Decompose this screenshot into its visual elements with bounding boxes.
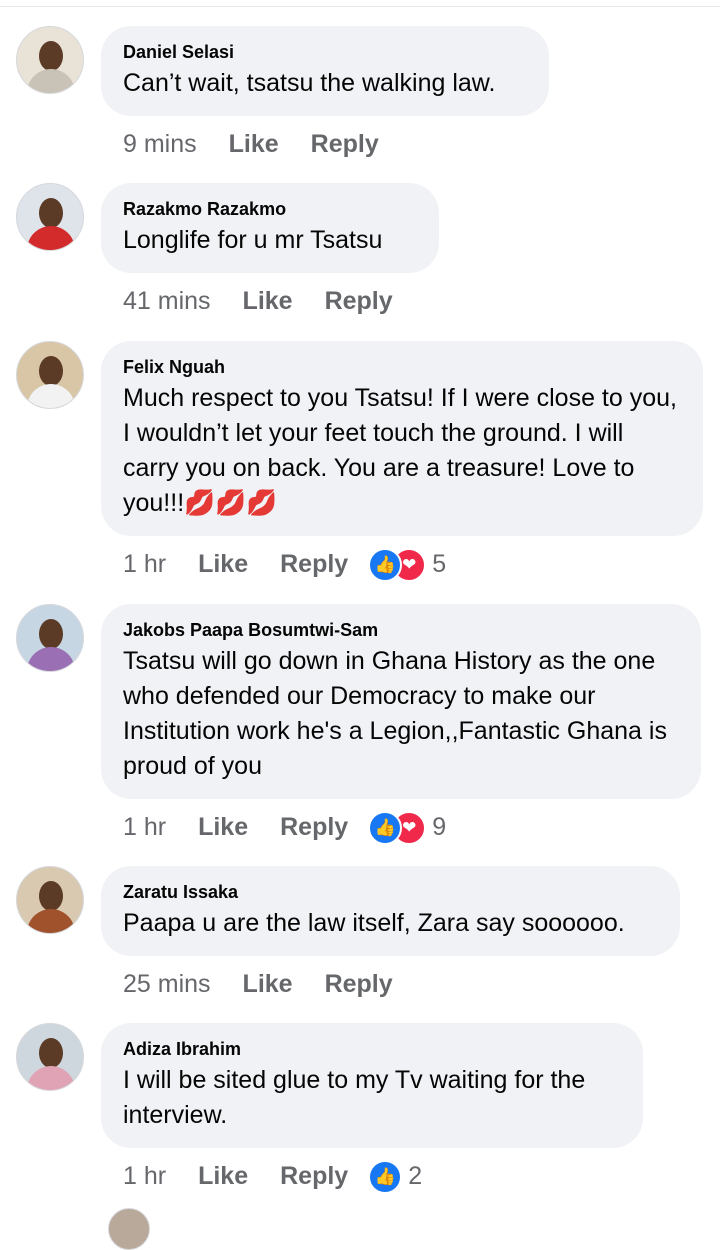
reply-button[interactable]: Reply — [311, 127, 379, 161]
comment-time[interactable]: 1 hr — [123, 547, 166, 581]
reply-button[interactable]: Reply — [325, 284, 393, 318]
commenter-name[interactable]: Razakmo Razakmo — [123, 198, 417, 220]
thumbs-up-icon: 👍 — [368, 811, 403, 845]
commenter-name[interactable]: Adiza Ibrahim — [123, 1038, 621, 1060]
reaction-summary[interactable]: 👍 2 — [368, 1159, 423, 1194]
reaction-count: 5 — [432, 550, 447, 578]
top-divider — [0, 6, 720, 7]
comment-text: Tsatsu will go down in Ghana History as … — [123, 647, 667, 780]
comment-bubble: Jakobs Paapa Bosumtwi-Sam Tsatsu will go… — [101, 604, 701, 799]
avatar[interactable] — [16, 1023, 84, 1091]
comment-time[interactable]: 25 mins — [123, 967, 211, 1001]
commenter-name[interactable]: Jakobs Paapa Bosumtwi-Sam — [123, 619, 679, 641]
like-button[interactable]: Like — [229, 127, 279, 161]
avatar[interactable] — [16, 26, 84, 94]
comment-text: Much respect to you Tsatsu! If I were cl… — [123, 384, 677, 517]
like-button[interactable]: Like — [243, 967, 293, 1001]
avatar[interactable] — [16, 866, 84, 934]
commenter-name[interactable]: Zaratu Issaka — [123, 881, 658, 903]
reply-button[interactable]: Reply — [280, 547, 348, 581]
comment-time[interactable]: 41 mins — [123, 284, 211, 318]
comment-actions: 1 hr Like Reply 👍 ❤ 9 — [123, 810, 447, 845]
comment-bubble: Daniel Selasi Can’t wait, tsatsu the wal… — [101, 26, 549, 116]
commenter-name[interactable]: Daniel Selasi — [123, 41, 527, 63]
avatar[interactable] — [16, 341, 84, 409]
comment-bubble: Zaratu Issaka Paapa u are the law itself… — [101, 866, 680, 956]
comment-actions: 25 mins Like Reply — [123, 967, 393, 1001]
comment-text: Can’t wait, tsatsu the walking law. — [123, 69, 496, 97]
comment-actions: 1 hr Like Reply 👍 ❤ 5 — [123, 547, 447, 582]
comment-time[interactable]: 1 hr — [123, 810, 166, 844]
comment-bubble: Felix Nguah Much respect to you Tsatsu! … — [101, 341, 703, 536]
comment-actions: 9 mins Like Reply — [123, 127, 379, 161]
avatar[interactable] — [16, 183, 84, 251]
like-button[interactable]: Like — [198, 810, 248, 844]
like-button[interactable]: Like — [198, 1159, 248, 1193]
thumbs-up-icon: 👍 — [368, 548, 403, 582]
reaction-count: 2 — [408, 1162, 423, 1190]
comment-bubble: Razakmo Razakmo Longlife for u mr Tsatsu — [101, 183, 439, 273]
reply-button[interactable]: Reply — [280, 1159, 348, 1193]
like-button[interactable]: Like — [243, 284, 293, 318]
comment-bubble: Adiza Ibrahim I will be sited glue to my… — [101, 1023, 643, 1148]
comment-time[interactable]: 1 hr — [123, 1159, 166, 1193]
reaction-summary[interactable]: 👍 ❤ 5 — [368, 547, 447, 582]
comment-actions: 1 hr Like Reply 👍 2 — [123, 1159, 423, 1194]
thumbs-up-icon: 👍 — [368, 1160, 403, 1194]
like-button[interactable]: Like — [198, 547, 248, 581]
commenter-name[interactable]: Felix Nguah — [123, 356, 681, 378]
comment-actions: 41 mins Like Reply — [123, 284, 393, 318]
comment-text: Paapa u are the law itself, Zara say soo… — [123, 909, 625, 937]
avatar[interactable] — [108, 1208, 150, 1250]
comment-text: Longlife for u mr Tsatsu — [123, 226, 383, 254]
reply-button[interactable]: Reply — [325, 967, 393, 1001]
reply-button[interactable]: Reply — [280, 810, 348, 844]
comment-time[interactable]: 9 mins — [123, 127, 197, 161]
comment-text: I will be sited glue to my Tv waiting fo… — [123, 1066, 586, 1129]
reaction-summary[interactable]: 👍 ❤ 9 — [368, 810, 447, 845]
avatar[interactable] — [16, 604, 84, 672]
reaction-count: 9 — [432, 813, 447, 841]
